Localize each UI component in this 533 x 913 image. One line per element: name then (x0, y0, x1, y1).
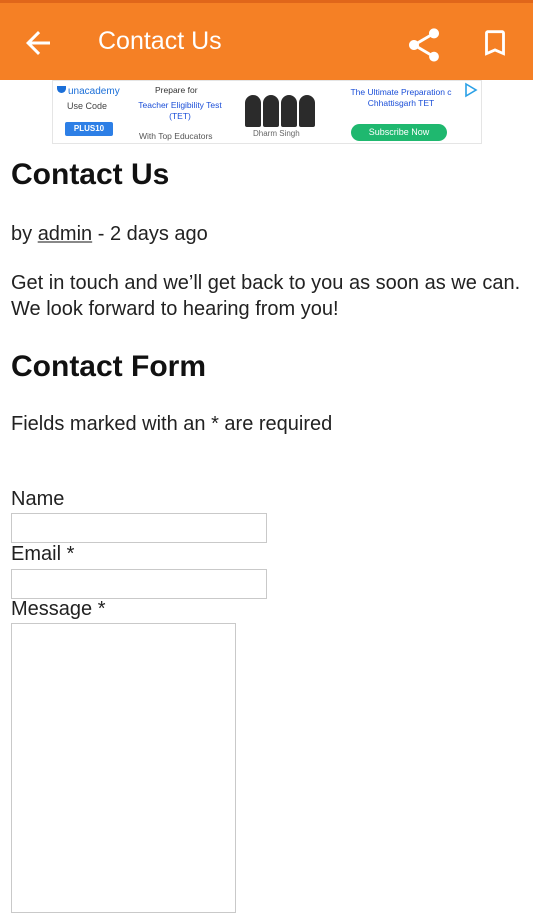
ad-use-code-label: Use Code (67, 101, 108, 111)
form-title: Contact Form (11, 350, 206, 383)
page-title: Contact Us (11, 158, 170, 191)
intro-text: Get in touch and we’ll get back to you a… (11, 272, 521, 320)
share-icon[interactable] (404, 25, 444, 65)
post-time: - 2 days ago (97, 223, 208, 245)
author-link[interactable]: admin (38, 223, 92, 245)
ad-educators-image (239, 85, 319, 127)
ad-person (263, 95, 279, 127)
ad-banner[interactable]: unacademy Use Code PLUS10 Prepare for Te… (52, 80, 482, 144)
ad-brand-name: unacademy (68, 86, 120, 97)
app-bar-title: Contact Us (98, 27, 222, 55)
adchoices-icon[interactable] (463, 82, 479, 98)
ad-prepare-for: Prepare for (155, 85, 198, 95)
app-bar: Contact Us (0, 0, 533, 80)
byline-prefix: by (11, 223, 33, 245)
ad-headline: The Ultimate Preparation c Chhattisgarh … (350, 87, 452, 108)
name-field[interactable] (11, 513, 267, 543)
arrow-left-icon[interactable] (20, 25, 56, 61)
ad-person (281, 95, 297, 127)
message-field[interactable] (11, 623, 236, 913)
ad-promo-code: PLUS10 (65, 122, 113, 136)
ad-educators: With Top Educators (139, 131, 213, 141)
message-label: Message * (11, 598, 106, 620)
byline: by admin - 2 days ago (11, 223, 208, 246)
ad-person (299, 95, 315, 127)
name-label: Name (11, 488, 65, 510)
required-note: Fields marked with an * are required (11, 413, 333, 435)
email-label: Email * (11, 543, 75, 565)
email-field[interactable] (11, 569, 267, 599)
ad-subscribe-button[interactable]: Subscribe Now (351, 124, 447, 141)
bookmark-icon[interactable] (478, 23, 512, 63)
brand-logo-icon (57, 86, 66, 93)
ad-exam-name: Teacher Eligibility Test (TET) (138, 100, 222, 121)
ad-brand: unacademy (57, 86, 120, 97)
ad-educator-name: Dharm Singh (253, 129, 300, 138)
ad-person (245, 95, 261, 127)
